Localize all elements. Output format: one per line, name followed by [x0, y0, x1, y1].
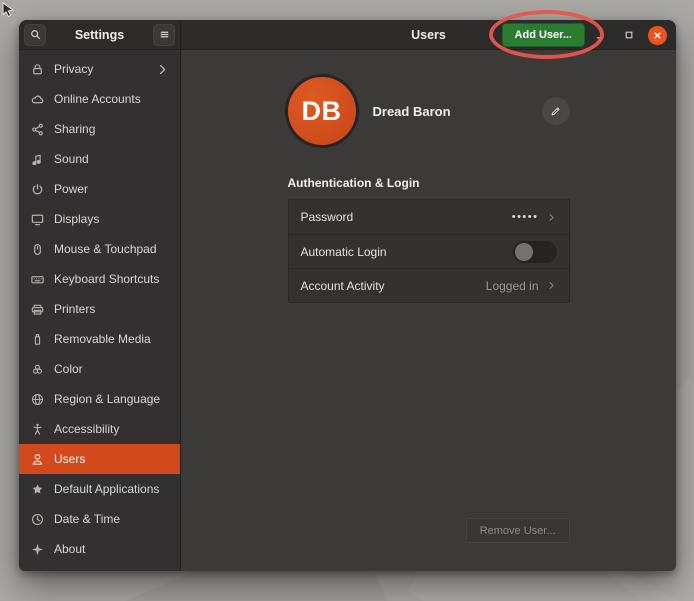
close-icon: [652, 30, 663, 41]
accessibility-icon: [30, 422, 45, 437]
star-icon: [30, 482, 45, 497]
sidebar-item-label: Sharing: [54, 122, 95, 136]
account-activity-value: Logged in: [486, 279, 539, 293]
password-row[interactable]: Password •••••: [289, 200, 569, 234]
music-note-icon: [30, 152, 45, 167]
four-point-star-icon: [30, 542, 45, 557]
password-label: Password: [301, 210, 354, 224]
app-title: Settings: [75, 28, 124, 42]
remove-user-button[interactable]: Remove User...: [466, 518, 570, 543]
toggle-knob: [515, 243, 533, 261]
minimize-button[interactable]: [590, 25, 610, 45]
printer-icon: [30, 302, 45, 317]
password-dots: •••••: [512, 211, 539, 223]
avatar: DB: [288, 77, 356, 145]
power-icon: [30, 182, 45, 197]
menu-button[interactable]: [153, 24, 175, 46]
sidebar-item-label: Keyboard Shortcuts: [54, 272, 159, 286]
search-button[interactable]: [24, 24, 46, 46]
lock-icon: [30, 62, 45, 77]
pencil-icon: [549, 105, 562, 118]
color-circles-icon: [30, 362, 45, 377]
automatic-login-toggle[interactable]: [513, 241, 557, 263]
hamburger-icon: [158, 28, 171, 41]
maximize-icon: [622, 28, 636, 42]
sidebar-item-label: Power: [54, 182, 88, 196]
automatic-login-label: Automatic Login: [301, 245, 387, 259]
auth-section-title: Authentication & Login: [288, 176, 570, 190]
mouse-cursor-icon: [1, 2, 16, 18]
sidebar-item-power[interactable]: Power: [19, 174, 180, 204]
sidebar-item-region-language[interactable]: Region & Language: [19, 384, 180, 414]
maximize-button[interactable]: [619, 25, 639, 45]
sidebar-item-label: Users: [54, 452, 85, 466]
close-button[interactable]: [648, 26, 667, 45]
sidebar-item-label: Online Accounts: [54, 92, 141, 106]
sidebar-item-sharing[interactable]: Sharing: [19, 114, 180, 144]
chevron-right-icon: [546, 212, 557, 223]
user-name: Dread Baron: [373, 104, 451, 119]
automatic-login-row: Automatic Login: [289, 234, 569, 268]
mouse-icon: [30, 242, 45, 257]
account-activity-label: Account Activity: [301, 279, 385, 293]
page-title: Users: [411, 28, 446, 42]
sidebar-item-label: Region & Language: [54, 392, 160, 406]
settings-window: Settings Users Add User... Privacy: [19, 20, 676, 571]
sidebar-item-displays[interactable]: Displays: [19, 204, 180, 234]
minimize-icon: [593, 28, 607, 42]
user-identity-row: DB Dread Baron: [288, 77, 570, 145]
window-controls: [590, 20, 667, 50]
auth-card: Password ••••• Automatic Login A: [288, 199, 570, 303]
cloud-icon: [30, 92, 45, 107]
sidebar-item-accessibility[interactable]: Accessibility: [19, 414, 180, 444]
keyboard-icon: [30, 272, 45, 287]
sidebar-item-label: Color: [54, 362, 83, 376]
users-panel: DB Dread Baron Authentication & Login Pa…: [181, 50, 676, 571]
search-icon: [29, 28, 42, 41]
remove-user-row: Remove User...: [288, 518, 570, 571]
sidebar-item-label: Printers: [54, 302, 95, 316]
sidebar-item-printers[interactable]: Printers: [19, 294, 180, 324]
sidebar-headerbar: Settings: [19, 20, 181, 50]
usb-drive-icon: [30, 332, 45, 347]
sidebar-item-privacy[interactable]: Privacy: [19, 54, 180, 84]
sidebar-item-default-applications[interactable]: Default Applications: [19, 474, 180, 504]
edit-name-button[interactable]: [542, 97, 570, 125]
sidebar-item-date-time[interactable]: Date & Time: [19, 504, 180, 534]
sidebar-item-sound[interactable]: Sound: [19, 144, 180, 174]
person-icon: [30, 452, 45, 467]
chevron-right-icon: [155, 62, 170, 77]
sidebar-item-label: Removable Media: [54, 332, 151, 346]
sidebar-item-keyboard-shortcuts[interactable]: Keyboard Shortcuts: [19, 264, 180, 294]
sidebar-item-label: Displays: [54, 212, 99, 226]
sidebar-item-color[interactable]: Color: [19, 354, 180, 384]
sidebar-item-label: Sound: [54, 152, 89, 166]
sidebar-item-label: Accessibility: [54, 422, 119, 436]
sidebar-item-about[interactable]: About: [19, 534, 180, 564]
sidebar-item-mouse-touchpad[interactable]: Mouse & Touchpad: [19, 234, 180, 264]
chevron-right-icon: [546, 280, 557, 291]
add-user-button[interactable]: Add User...: [502, 23, 585, 47]
share-icon: [30, 122, 45, 137]
display-icon: [30, 212, 45, 227]
clock-icon: [30, 512, 45, 527]
sidebar-item-users[interactable]: Users: [19, 444, 180, 474]
sidebar-item-label: Default Applications: [54, 482, 159, 496]
sidebar-item-label: Mouse & Touchpad: [54, 242, 157, 256]
sidebar-item-online-accounts[interactable]: Online Accounts: [19, 84, 180, 114]
sidebar-item-label: Privacy: [54, 62, 93, 76]
sidebar-item-removable-media[interactable]: Removable Media: [19, 324, 180, 354]
globe-icon: [30, 392, 45, 407]
sidebar-item-label: About: [54, 542, 85, 556]
main-headerbar: Users Add User...: [181, 20, 676, 50]
sidebar-item-label: Date & Time: [54, 512, 120, 526]
settings-sidebar: Privacy Online Accounts Sharing Sound Po…: [19, 50, 181, 571]
account-activity-row[interactable]: Account Activity Logged in: [289, 268, 569, 302]
